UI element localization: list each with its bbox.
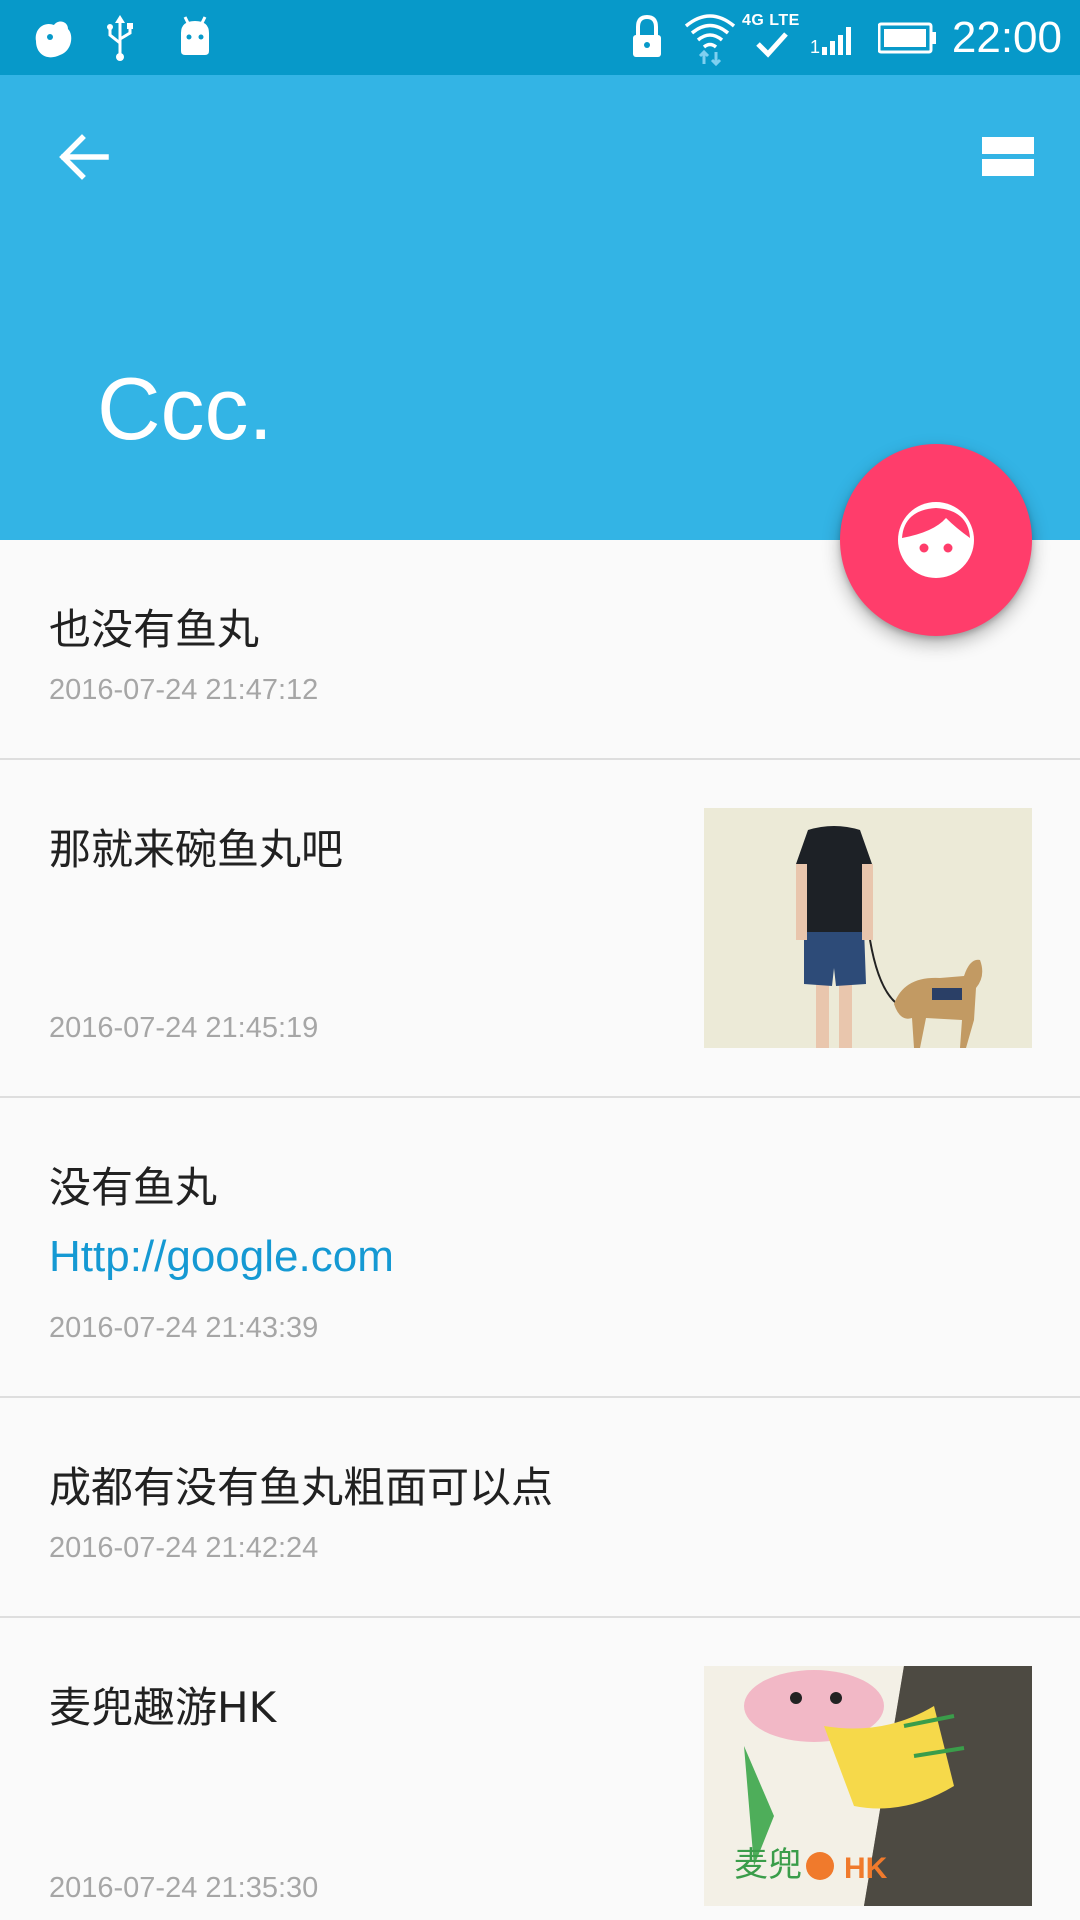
svg-text:麦兜: 麦兜: [734, 1845, 802, 1885]
entry-date: 2016-07-24 21:42:24: [49, 1532, 319, 1564]
entry-date: 2016-07-24 21:35:30: [49, 1872, 319, 1904]
view-toggle-button[interactable]: [966, 115, 1050, 199]
entry-date: 2016-07-24 21:45:19: [49, 1012, 319, 1044]
entry-row[interactable]: 没有鱼丸 Http://google.com 2016-07-24 21:43:…: [0, 1098, 1080, 1398]
screen: 4G LTE 1 22:00 Ccc. 也没有鱼丸 2016-07-24 21:…: [0, 0, 1080, 1920]
entry-row[interactable]: 那就来碗鱼丸吧 2016-07-24 21:45:19: [0, 760, 1080, 1098]
entry-date: 2016-07-24 21:47:12: [49, 674, 319, 706]
back-button[interactable]: [42, 115, 126, 199]
entry-title: 成都有没有鱼丸粗面可以点: [49, 1463, 554, 1512]
mcdull-cup-photo: 麦兜 HK: [704, 1666, 1032, 1906]
view-list-icon: [982, 137, 1034, 176]
battery-icon: [878, 0, 938, 75]
usb-icon: [102, 0, 138, 75]
arrow-back-icon: [59, 134, 109, 180]
status-bar: 4G LTE 1 22:00: [0, 0, 1080, 75]
svg-text:1: 1: [810, 37, 820, 57]
entry-title: 也没有鱼丸: [49, 605, 260, 654]
page-title: Ccc.: [97, 359, 273, 458]
android-debug-icon: [175, 0, 215, 75]
entry-thumbnail: [704, 808, 1032, 1048]
man-walking-dog-illustration: [704, 808, 1032, 1048]
entry-title: 那就来碗鱼丸吧: [49, 825, 344, 874]
face-icon: [898, 502, 974, 578]
notification-blob-icon: [26, 0, 76, 75]
entry-row[interactable]: 麦兜趣游HK 2016-07-24 21:35:30 麦兜 HK: [0, 1618, 1080, 1920]
entry-title: 麦兜趣游HK: [49, 1683, 277, 1732]
checkmark-icon: [752, 14, 792, 74]
entry-date: 2016-07-24 21:43:39: [49, 1312, 319, 1344]
entry-thumbnail: 麦兜 HK: [704, 1666, 1032, 1906]
entry-title: 没有鱼丸: [49, 1163, 218, 1212]
signal-icon: 1: [810, 0, 858, 75]
entry-link[interactable]: Http://google.com: [49, 1232, 394, 1282]
status-time: 22:00: [951, 12, 1062, 62]
entry-row[interactable]: 成都有没有鱼丸粗面可以点 2016-07-24 21:42:24: [0, 1398, 1080, 1618]
wifi-icon: [682, 0, 738, 75]
svg-text:HK: HK: [844, 1852, 888, 1885]
new-entry-fab[interactable]: [840, 444, 1032, 636]
lock-icon: [630, 0, 664, 75]
